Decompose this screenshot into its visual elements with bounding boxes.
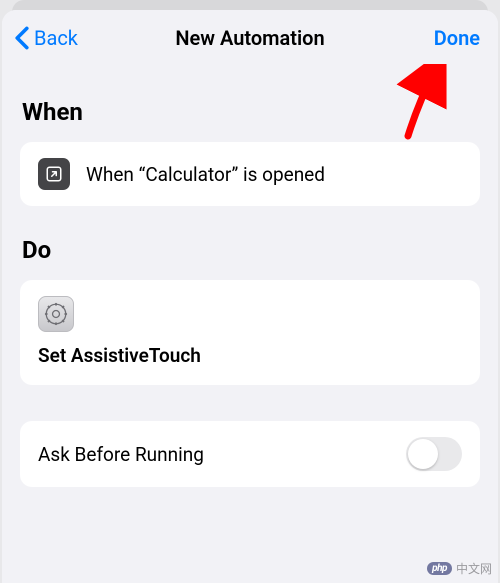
toggle-knob: [408, 439, 438, 469]
when-condition-card[interactable]: When “Calculator” is opened: [20, 142, 480, 206]
back-label: Back: [34, 26, 78, 50]
section-gap: [20, 385, 480, 421]
do-section-header: Do: [20, 236, 480, 264]
do-action-title: Set AssistiveTouch: [38, 344, 201, 367]
when-condition-text: When “Calculator” is opened: [86, 163, 325, 186]
settings-app-icon: [38, 296, 74, 332]
when-section-header: When: [20, 98, 480, 126]
back-button[interactable]: Back: [14, 26, 78, 50]
modal-sheet: Back New Automation Done When When “Calc…: [2, 10, 498, 583]
open-app-icon: [38, 158, 70, 190]
watermark: php 中文网: [427, 560, 492, 577]
ask-before-running-toggle[interactable]: [406, 437, 462, 471]
navigation-bar: Back New Automation Done: [2, 10, 498, 68]
chevron-left-icon: [14, 26, 30, 50]
ask-before-running-row: Ask Before Running: [20, 421, 480, 487]
do-action-card[interactable]: Set AssistiveTouch: [20, 280, 480, 385]
done-button[interactable]: Done: [434, 26, 480, 50]
page-title: New Automation: [175, 26, 324, 50]
watermark-logo: php: [427, 562, 452, 575]
content-area: When When “Calculator” is opened Do: [2, 68, 498, 583]
ask-before-running-label: Ask Before Running: [38, 443, 204, 466]
watermark-text: 中文网: [456, 560, 492, 577]
